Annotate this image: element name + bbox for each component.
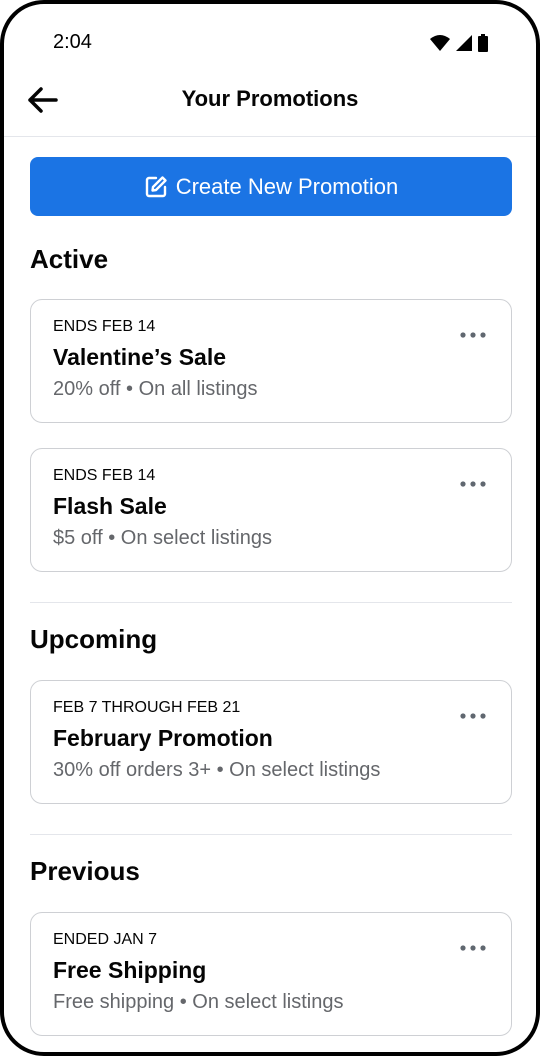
create-promotion-button[interactable]: Create New Promotion [30,157,512,216]
status-bar: 2:04 [4,4,536,74]
promotion-description: $5 off • On select listings [53,527,272,549]
more-options-button[interactable] [453,933,493,963]
more-options-button[interactable] [453,701,493,731]
edit-icon [145,175,167,197]
promotion-title: February Promotion [53,725,273,751]
promotion-title: Flash Sale [53,493,167,519]
promotion-title: Valentine’s Sale [53,344,227,370]
promotion-description: 20% off • On all listings [53,378,258,400]
more-options-button[interactable] [453,320,493,350]
battery-icon [478,34,488,52]
promotion-description: 30% off orders 3+ • On select listings [53,759,381,781]
promotion-date: FEB 7 THROUGH FEB 21 [53,699,241,716]
section-title-upcoming: Upcoming [30,624,158,654]
promotion-card[interactable]: ENDS FEB 14 Flash Sale $5 off • On selec… [30,448,512,572]
wifi-icon [430,35,450,51]
more-horizontal-icon [460,945,486,951]
more-horizontal-icon [460,713,486,719]
status-icons [430,34,488,52]
phone-frame: 2:04 Your Promotions Create New Promotio… [0,0,540,1056]
promotion-description: Free shipping • On select listings [53,991,344,1013]
status-time: 2:04 [53,31,92,53]
section-title-active: Active [30,244,109,274]
more-options-button[interactable] [453,469,493,499]
page-title: Your Promotions [181,86,359,111]
cell-signal-icon [456,35,472,51]
promotion-title: Free Shipping [53,957,207,983]
create-promotion-label: Create New Promotion [175,173,399,199]
more-horizontal-icon [460,481,486,487]
promotion-date: ENDS FEB 14 [53,467,156,484]
promotion-card[interactable]: ENDED JAN 7 Free Shipping Free shipping … [30,912,512,1036]
section-divider [30,602,512,603]
more-horizontal-icon [460,332,486,338]
promotion-card[interactable]: FEB 7 THROUGH FEB 21 February Promotion … [30,680,512,804]
promotion-card[interactable]: ENDS FEB 14 Valentine’s Sale 20% off • O… [30,299,512,423]
promotion-date: ENDS FEB 14 [53,318,156,335]
app-header: Your Promotions [4,66,536,137]
section-divider [30,834,512,835]
promotion-date: ENDED JAN 7 [53,931,158,948]
section-title-previous: Previous [30,856,140,886]
